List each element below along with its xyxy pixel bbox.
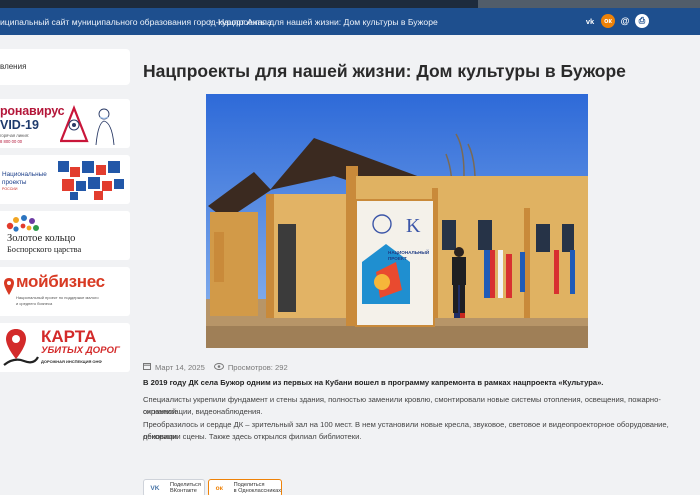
banner-golden-ring-title: Золотое кольцо: [7, 233, 76, 244]
banner-national-projects[interactable]: Национальные проекты РОССИИ: [0, 155, 130, 204]
banner-biz-line3: и среднего бизнеса: [16, 301, 53, 306]
share-ok-label: Поделиться в Одноклассниках: [234, 482, 281, 494]
banner-golden-ring-subtitle: Боспорского царства: [7, 245, 82, 254]
article-paragraph-1-cont: сигнализации, видеонаблюдения.: [143, 407, 263, 416]
banner-map-subtitle: УБИТЫХ ДОРОГ: [41, 345, 120, 356]
banner-biz-title: мойбизнес: [16, 272, 105, 291]
photo-sign-line1: НАЦИОНАЛЬНЫЙ: [388, 248, 429, 255]
banner-covid-hotline: 8 800 00 00: [0, 139, 23, 144]
article-photo[interactable]: K НАЦИОНАЛЬНЫЙ ПРОЕКТ: [206, 94, 588, 348]
article-date: Март 14, 2025: [155, 362, 205, 372]
top-strip: [0, 0, 700, 8]
location-pin-icon: [4, 278, 14, 295]
share-ok-line2: в Одноклассниках: [233, 488, 281, 494]
virus-warning-illustration: [60, 105, 115, 146]
photo-sign-line2: ПРОЕКТ: [388, 256, 407, 261]
social-icons: vk ок @ ⎙: [582, 14, 649, 28]
breadcrumb-separator: ›: [209, 16, 212, 26]
banner-covid[interactable]: ронавирус VID-19 горячая линия: 8 800 00…: [0, 99, 130, 148]
banner-map-title: КАРТА: [41, 327, 97, 346]
banner-covid-title: ронавирус: [0, 104, 65, 118]
share-vk-label: Поделиться ВКонтакте: [170, 482, 201, 494]
odnoklassniki-icon[interactable]: ок: [601, 14, 615, 28]
banner-np-line3: РОССИИ: [2, 187, 18, 191]
banner-np-line2: проекты: [2, 179, 27, 186]
article-lead: В 2019 году ДК села Бужор одним из первы…: [143, 378, 604, 387]
article-content: Нацпроекты для нашей жизни: Дом культуры…: [130, 35, 700, 495]
print-icon[interactable]: ⎙: [635, 14, 649, 28]
national-projects-icons: [58, 161, 124, 200]
sidebar-menu-item[interactable]: вления: [0, 49, 130, 85]
article-paragraph-2-cont: декорации сцены. Также здесь открылся фи…: [143, 432, 362, 441]
article-meta: Март 14, 2025 Просмотров: 292: [143, 362, 288, 372]
page-title: Нацпроекты для нашей жизни: Дом культуры…: [143, 61, 626, 81]
share-ok-button[interactable]: ок Поделиться в Одноклассниках: [208, 479, 282, 495]
banner-covid-hotline-label: горячая линия:: [0, 133, 30, 138]
eye-icon: [213, 362, 224, 372]
calendar-icon: [143, 362, 151, 372]
vk-icon[interactable]: vk: [582, 14, 598, 28]
breadcrumb-bar: иципальный сайт муниципального образован…: [0, 8, 700, 35]
vk-share-icon: VK: [150, 484, 160, 492]
share-vk-line2: ВКонтакте: [170, 488, 197, 494]
banner-golden-ring[interactable]: Золотое кольцо Боспорского царства: [0, 211, 130, 260]
article-views: Просмотров: 292: [227, 362, 288, 372]
email-icon[interactable]: @: [618, 14, 632, 28]
banner-map-caption: ДОРОЖНАЯ ИНСПЕКЦИЯ ОНФ: [41, 359, 102, 364]
svg-text:K: K: [406, 215, 421, 237]
map-pin-road-icon: [3, 329, 39, 366]
breadcrumb-current: Нацпроекты для нашей жизни: Дом культуры…: [218, 17, 438, 27]
banner-np-line1: Национальные: [2, 171, 47, 178]
banner-biz-line2: Национальный проект по поддержке малого: [16, 295, 99, 300]
banner-map-roads[interactable]: КАРТА УБИТЫХ ДОРОГ ДОРОЖНАЯ ИНСПЕКЦИЯ ОН…: [0, 323, 130, 372]
banner-covid-subtitle: VID-19: [0, 118, 39, 132]
share-vk-button[interactable]: VK Поделиться ВКонтакте: [143, 479, 205, 495]
ok-share-icon: ок: [215, 484, 223, 492]
banner-moi-biznes[interactable]: мойбизнес Национальный проект по поддерж…: [0, 267, 130, 316]
